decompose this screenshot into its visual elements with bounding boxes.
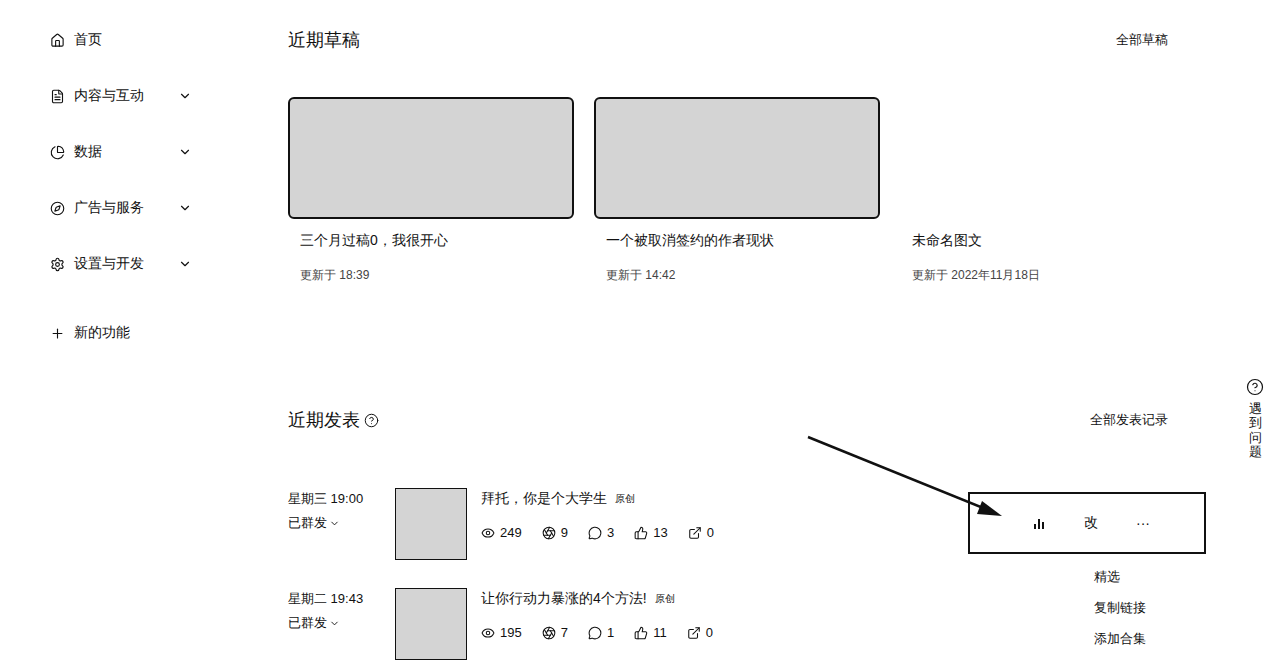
share-icon	[687, 626, 701, 640]
all-drafts-link[interactable]: 全部草稿	[1116, 31, 1168, 49]
action-button[interactable]: 改	[1084, 514, 1098, 532]
chevron-icon	[329, 518, 340, 529]
sidebar-label: 广告与服务	[74, 199, 169, 217]
thumbs-up-icon	[634, 526, 648, 540]
all-posts-link[interactable]: 全部发表记录	[1090, 411, 1168, 429]
post-body: 让你行动力暴涨的4个方法!原创19571110	[481, 588, 1188, 640]
sidebar-item[interactable]: 新的功能	[50, 321, 192, 345]
sidebar-label: 内容与互动	[74, 87, 169, 105]
gear-icon	[50, 257, 65, 272]
post-stats: 19571110	[481, 625, 1188, 640]
post-actions: 改···精选复制链接添加合集	[968, 492, 1206, 554]
post-stat: 11	[634, 625, 667, 640]
sidebar-item[interactable]: 内容与互动	[50, 84, 192, 108]
thumbs-up-icon	[634, 626, 648, 640]
eye-icon	[481, 526, 495, 540]
question-icon	[1246, 378, 1264, 396]
post-thumbnail[interactable]	[395, 488, 467, 560]
post-stat: 3	[588, 525, 614, 540]
post-list: 星期三 19:00 已群发 拜托，你是个大学生原创 249 9 3 13 0 改 ··· 精选复制链…	[288, 488, 1188, 662]
sidebar-label: 数据	[74, 143, 169, 161]
sidebar: 首页内容与互动数据广告与服务设置与开发新的功能	[0, 0, 288, 662]
post-title[interactable]: 让你行动力暴涨的4个方法!原创	[481, 590, 1188, 608]
action-button[interactable]: ···	[1136, 515, 1150, 531]
share-icon	[688, 526, 702, 540]
drafts-header: 近期草稿 全部草稿	[288, 26, 1188, 54]
main-content: 近期草稿全部草稿三个月过稿0，我很开心更新于 18:39一个被取消签约的作者现状…	[288, 0, 1188, 662]
post-stat: 13	[634, 525, 667, 540]
recent-header: 近期发表 全部发表记录	[288, 406, 1188, 434]
draft-updated: 更新于 14:42	[594, 267, 880, 284]
post-time: 星期二 19:43	[288, 590, 395, 608]
aperture-icon	[542, 526, 556, 540]
help-label: 遇到问题	[1249, 402, 1262, 459]
stats-button[interactable]	[1032, 516, 1046, 530]
post-thumbnail[interactable]	[395, 588, 467, 660]
draft-card[interactable]: 未命名图文更新于 2022年11月18日	[900, 97, 1186, 284]
section-title: 近期发表	[288, 408, 379, 432]
post-time-column: 星期二 19:43 已群发	[288, 588, 395, 632]
draft-card[interactable]: 一个被取消签约的作者现状更新于 14:42	[594, 97, 880, 284]
draft-title: 未命名图文	[900, 232, 1186, 250]
aperture-icon	[542, 626, 556, 640]
post-stat: 0	[688, 525, 714, 540]
page: 首页内容与互动数据广告与服务设置与开发新的功能近期草稿全部草稿三个月过稿0，我很…	[0, 0, 1280, 662]
sidebar-label: 首页	[74, 31, 192, 49]
document-icon	[50, 89, 65, 104]
sidebar-label: 新的功能	[74, 324, 192, 342]
post-stats: 249 9 3 13 0	[481, 525, 968, 540]
section-title: 近期草稿	[288, 28, 360, 52]
original-badge: 原创	[615, 492, 635, 506]
post-stat: 249	[481, 525, 522, 540]
post-title[interactable]: 拜托，你是个大学生原创	[481, 490, 968, 508]
chevron-icon	[329, 618, 340, 629]
sidebar-label: 设置与开发	[74, 255, 169, 273]
original-badge: 原创	[655, 592, 675, 606]
menu-item[interactable]: 精选	[1094, 568, 1146, 586]
post-stat: 7	[542, 625, 568, 640]
post-time-column: 星期三 19:00 已群发	[288, 488, 395, 532]
home-icon	[50, 33, 65, 48]
plus-icon	[50, 326, 65, 341]
comment-icon	[588, 526, 602, 540]
more-menu: 精选复制链接添加合集	[1088, 564, 1152, 652]
draft-updated: 更新于 2022年11月18日	[900, 267, 1186, 284]
help-button[interactable]: 遇到问题	[1246, 378, 1264, 459]
post-stat: 0	[687, 625, 713, 640]
post-time: 星期三 19:00	[288, 490, 395, 508]
annotation-arrow-icon	[288, 0, 1188, 662]
post-stat: 9	[542, 525, 568, 540]
post-row[interactable]: 星期二 19:43已群发让你行动力暴涨的4个方法!原创19571110	[288, 588, 1188, 662]
chevron-icon	[178, 201, 192, 215]
post-row[interactable]: 星期三 19:00已群发拜托，你是个大学生原创24993130改···精选复制链…	[288, 488, 1188, 588]
question-icon[interactable]	[364, 413, 379, 428]
comment-icon	[588, 626, 602, 640]
draft-cover	[288, 97, 574, 219]
draft-updated: 更新于 18:39	[288, 267, 574, 284]
eye-icon	[481, 626, 495, 640]
draft-list: 三个月过稿0，我很开心更新于 18:39一个被取消签约的作者现状更新于 14:4…	[288, 97, 1188, 284]
menu-item[interactable]: 复制链接	[1094, 599, 1146, 617]
draft-card[interactable]: 三个月过稿0，我很开心更新于 18:39	[288, 97, 574, 284]
draft-title: 三个月过稿0，我很开心	[288, 232, 574, 250]
pie-chart-icon	[50, 145, 65, 160]
compass-icon	[50, 201, 65, 216]
post-stat: 195	[481, 625, 522, 640]
post-status[interactable]: 已群发	[288, 514, 395, 532]
post-body: 拜托，你是个大学生原创 249 9 3 13 0	[481, 488, 968, 540]
chevron-icon	[178, 89, 192, 103]
sidebar-item[interactable]: 设置与开发	[50, 252, 192, 276]
menu-item[interactable]: 添加合集	[1094, 630, 1146, 648]
draft-cover	[594, 97, 880, 219]
stats-chart-icon	[1032, 516, 1046, 530]
sidebar-item[interactable]: 首页	[50, 28, 192, 52]
sidebar-item[interactable]: 广告与服务	[50, 196, 192, 220]
draft-title: 一个被取消签约的作者现状	[594, 232, 880, 250]
post-stat: 1	[588, 625, 614, 640]
post-status[interactable]: 已群发	[288, 614, 395, 632]
chevron-icon	[178, 257, 192, 271]
chevron-icon	[178, 145, 192, 159]
sidebar-item[interactable]: 数据	[50, 140, 192, 164]
